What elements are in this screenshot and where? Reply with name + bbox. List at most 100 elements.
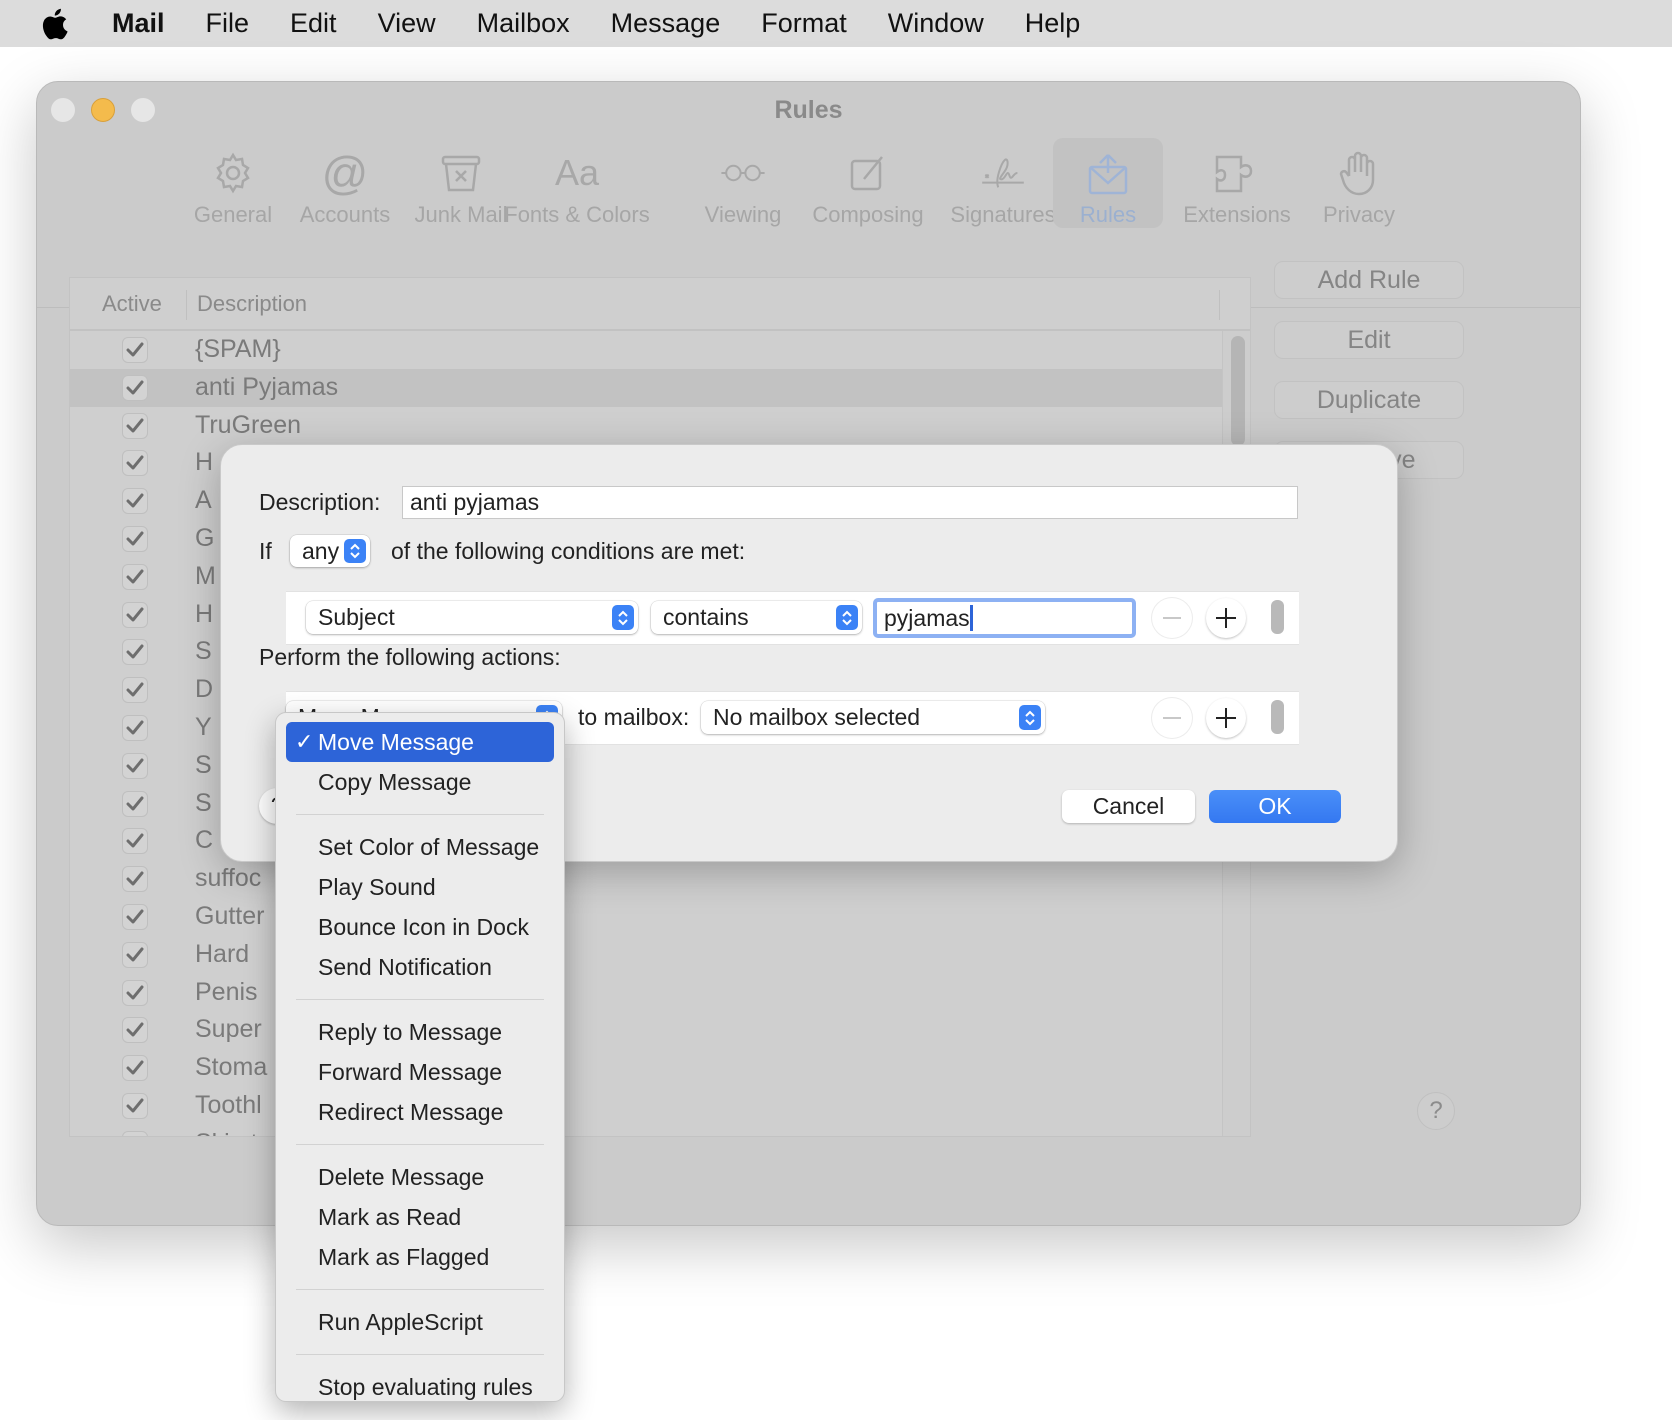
menu-window[interactable]: Window xyxy=(888,8,984,39)
apple-logo-icon[interactable] xyxy=(40,7,70,41)
active-checkbox[interactable] xyxy=(122,714,148,741)
menu-mail[interactable]: Mail xyxy=(112,8,165,39)
tab-label: Privacy xyxy=(1322,202,1396,227)
menu-item-forward-message[interactable]: Forward Message xyxy=(286,1052,554,1092)
active-checkbox[interactable] xyxy=(122,1092,148,1119)
active-checkbox[interactable] xyxy=(122,828,148,855)
menu-mailbox[interactable]: Mailbox xyxy=(477,8,570,39)
menu-item-play-sound[interactable]: Play Sound xyxy=(286,867,554,907)
tab-viewing[interactable]: Viewing xyxy=(673,138,813,228)
active-checkbox[interactable] xyxy=(122,450,148,477)
menu-item-mark-as-read[interactable]: Mark as Read xyxy=(286,1197,554,1237)
menu-item-send-notification[interactable]: Send Notification xyxy=(286,947,554,987)
fonts-icon: Aa xyxy=(554,152,600,193)
help-button[interactable]: ? xyxy=(1417,1092,1455,1130)
table-row[interactable]: TruGreen xyxy=(70,407,1250,445)
condition-operator-popup[interactable]: contains xyxy=(651,601,862,634)
menu-view[interactable]: View xyxy=(378,8,436,39)
column-header-active[interactable]: Active xyxy=(102,291,162,317)
table-row[interactable]: Hard xyxy=(70,936,1250,974)
active-checkbox[interactable] xyxy=(122,941,148,968)
match-any-all-popup[interactable]: any xyxy=(290,535,370,567)
rule-description: C xyxy=(195,826,214,855)
add-action-button[interactable] xyxy=(1206,698,1246,738)
conditions-scrollbar[interactable] xyxy=(1271,600,1284,634)
description-field[interactable]: anti pyjamas xyxy=(402,486,1298,519)
menu-help[interactable]: Help xyxy=(1025,8,1081,39)
table-row[interactable]: {SPAM} xyxy=(70,331,1250,369)
condition-value-field[interactable]: pyjamas xyxy=(873,598,1136,638)
if-label: If xyxy=(259,538,272,564)
menu-item-reply-to-message[interactable]: Reply to Message xyxy=(286,1012,554,1052)
remove-condition-button[interactable] xyxy=(1152,598,1192,638)
tab-privacy[interactable]: Privacy xyxy=(1289,138,1429,228)
active-checkbox[interactable] xyxy=(122,1130,148,1137)
active-checkbox[interactable] xyxy=(122,601,148,628)
table-row[interactable]: Gutter xyxy=(70,898,1250,936)
menu-item-stop-evaluating-rules[interactable]: Stop evaluating rules xyxy=(286,1367,554,1407)
mailbox-popup[interactable]: No mailbox selected xyxy=(701,701,1045,734)
active-checkbox[interactable] xyxy=(122,790,148,817)
checkmark-icon xyxy=(126,1136,144,1137)
add-rule-button[interactable]: Add Rule xyxy=(1274,261,1464,299)
tab-label: Signatures xyxy=(950,202,1056,227)
active-checkbox[interactable] xyxy=(122,903,148,930)
active-checkbox[interactable] xyxy=(122,488,148,515)
table-row[interactable]: Super xyxy=(70,1011,1250,1049)
rules-envelope-icon xyxy=(1084,150,1132,196)
tab-composing[interactable]: Composing xyxy=(793,138,943,228)
scrollbar-thumb[interactable] xyxy=(1231,336,1245,446)
menu-file[interactable]: File xyxy=(206,8,250,39)
duplicate-button[interactable]: Duplicate xyxy=(1274,381,1464,419)
checkmark-icon xyxy=(126,569,144,584)
active-checkbox[interactable] xyxy=(122,677,148,704)
active-checkbox[interactable] xyxy=(122,525,148,552)
menu-separator xyxy=(296,1144,544,1145)
menu-format[interactable]: Format xyxy=(761,8,847,39)
active-checkbox[interactable] xyxy=(122,752,148,779)
active-checkbox[interactable] xyxy=(122,979,148,1006)
active-checkbox[interactable] xyxy=(122,412,148,439)
column-header-description[interactable]: Description xyxy=(197,291,307,317)
active-checkbox[interactable] xyxy=(122,639,148,666)
active-checkbox[interactable] xyxy=(122,563,148,590)
edit-button[interactable]: Edit xyxy=(1274,321,1464,359)
menu-item-redirect-message[interactable]: Redirect Message xyxy=(286,1092,554,1132)
tab-fonts-colors[interactable]: Aa Fonts & Colors xyxy=(502,138,652,228)
actions-scrollbar[interactable] xyxy=(1271,700,1284,734)
active-checkbox[interactable] xyxy=(122,337,148,363)
menu-item-bounce-icon-in-dock[interactable]: Bounce Icon in Dock xyxy=(286,907,554,947)
tab-rules[interactable]: Rules xyxy=(1053,138,1163,228)
add-condition-button[interactable] xyxy=(1206,598,1246,638)
table-row[interactable]: Skin ta xyxy=(70,1125,1250,1137)
at-sign-icon: @ xyxy=(321,147,369,199)
menu-bar: Mail File Edit View Mailbox Message Form… xyxy=(0,0,1672,47)
menu-item-delete-message[interactable]: Delete Message xyxy=(286,1157,554,1197)
table-row[interactable]: suffoc xyxy=(70,860,1250,898)
description-value: anti pyjamas xyxy=(410,489,540,515)
table-row[interactable]: Toothl xyxy=(70,1087,1250,1125)
active-checkbox[interactable] xyxy=(122,374,148,401)
gear-icon xyxy=(209,150,257,196)
menu-item-copy-message[interactable]: Copy Message xyxy=(286,762,554,802)
menu-edit[interactable]: Edit xyxy=(290,8,337,39)
ok-button[interactable]: OK xyxy=(1209,790,1341,823)
remove-action-button[interactable] xyxy=(1152,698,1192,738)
cancel-button[interactable]: Cancel xyxy=(1062,790,1195,823)
checkmark-icon xyxy=(126,796,144,811)
checkmark-icon xyxy=(126,380,144,395)
menu-message[interactable]: Message xyxy=(611,8,721,39)
menu-item-move-message[interactable]: ✓ Move Message xyxy=(286,722,554,762)
tab-label: Composing xyxy=(812,202,924,227)
active-checkbox[interactable] xyxy=(122,1017,148,1044)
table-row[interactable]: Stoma xyxy=(70,1049,1250,1087)
rule-description: H xyxy=(195,599,214,628)
active-checkbox[interactable] xyxy=(122,1055,148,1082)
menu-item-set-color-of-message[interactable]: Set Color of Message xyxy=(286,827,554,867)
active-checkbox[interactable] xyxy=(122,866,148,893)
table-row[interactable]: Penis xyxy=(70,974,1250,1012)
menu-item-mark-as-flagged[interactable]: Mark as Flagged xyxy=(286,1237,554,1277)
menu-item-run-applescript[interactable]: Run AppleScript xyxy=(286,1302,554,1342)
condition-field-popup[interactable]: Subject xyxy=(306,601,638,634)
table-row[interactable]: anti Pyjamas xyxy=(70,368,1250,407)
